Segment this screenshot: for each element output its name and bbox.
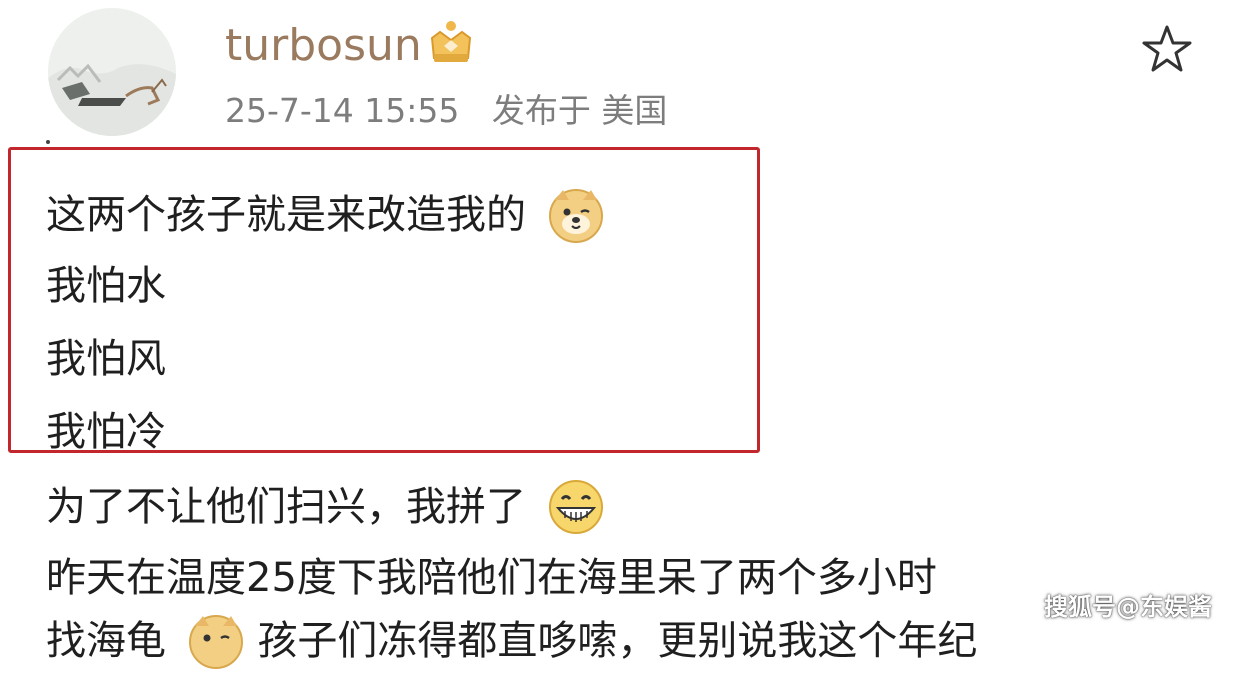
doge-emoji-icon [187,612,245,670]
divider-dot [46,140,50,144]
post-line-2: 我怕水 [46,260,166,310]
watermark: 搜狐号@东娱酱 [1044,593,1212,621]
post-line-7-text: 找海龟 [46,618,166,664]
post-line-3: 我怕风 [46,333,166,383]
post-line-4: 我怕冷 [46,406,166,456]
post-line-5-text: 为了不让他们扫兴，我拼了 [46,484,526,530]
post-line-7-tail: 孩子们冻得都直哆嗦，更别说我这个年纪 [257,618,978,664]
avatar[interactable] [48,8,176,136]
post-line-7: 找海龟 孩子们冻得都直哆嗦，更别说我这个年纪 [46,612,977,670]
post-line-1-text: 这两个孩子就是来改造我的 [46,192,526,238]
username[interactable]: turbosun [225,20,422,72]
post-location: 发布于 美国 [491,91,668,130]
crown-badge-icon [428,18,474,66]
post-line-6: 昨天在温度25度下我陪他们在海里呆了两个多小时 [46,552,937,602]
post-timestamp: 25-7-14 15:55 [225,91,460,130]
post-meta: 25-7-14 15:55 发布于 美国 [225,90,667,132]
post-line-2-text: 我怕水 [46,263,166,309]
avatar-image [48,8,176,136]
star-outline-icon[interactable] [1140,22,1194,76]
post-line-5: 为了不让他们扫兴，我拼了 [46,478,605,536]
post-line-3-text: 我怕风 [46,336,166,382]
post-line-6-text: 昨天在温度25度下我陪他们在海里呆了两个多小时 [46,555,937,601]
doge-emoji-icon [547,186,605,244]
post-line-1: 这两个孩子就是来改造我的 [46,186,605,244]
grin-emoji-icon [547,478,605,536]
post-line-4-text: 我怕冷 [46,409,166,455]
